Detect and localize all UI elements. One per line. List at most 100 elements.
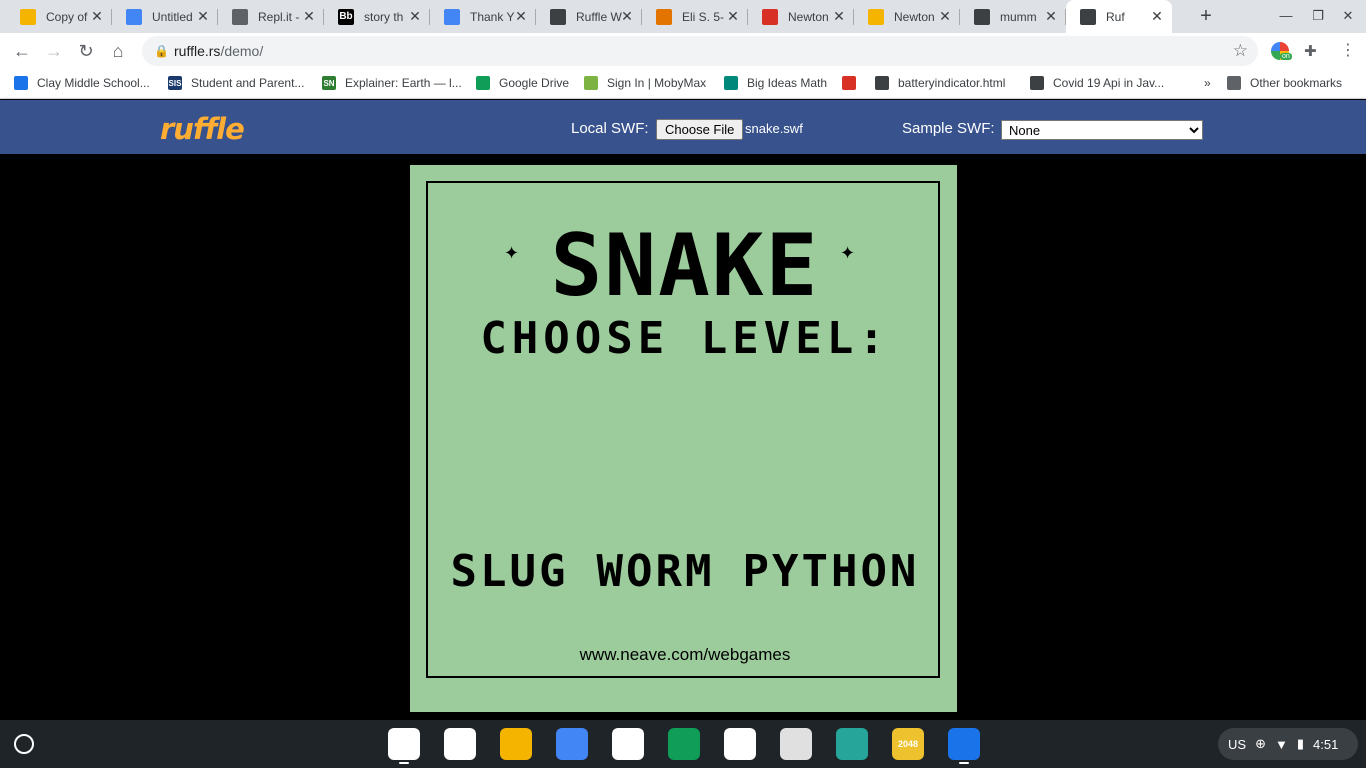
chrome-app-icon[interactable] xyxy=(388,728,420,760)
browser-tab[interactable]: Ruffle W ✕ xyxy=(536,0,642,33)
running-indicator xyxy=(399,762,409,764)
reload-icon[interactable]: ↻ xyxy=(75,40,97,62)
docs-icon xyxy=(126,8,142,25)
bookmark-label: Student and Parent... xyxy=(191,76,305,90)
puzzle-icon xyxy=(656,8,672,25)
chromeos-shelf: 2048 US ⊕ ▼ ▮ 4:51 xyxy=(0,720,1366,768)
bookmark-label: Explainer: Earth — l... xyxy=(345,76,462,90)
system-tray[interactable]: US ⊕ ▼ ▮ 4:51 xyxy=(1218,728,1358,760)
mobymax-icon xyxy=(584,76,598,90)
tab-close-icon[interactable]: ✕ xyxy=(938,9,952,23)
newton-icon xyxy=(842,76,856,90)
browser-tab[interactable]: Newton ✕ xyxy=(854,0,960,33)
tab-close-icon[interactable]: ✕ xyxy=(726,9,740,23)
locale-indicator: US xyxy=(1228,736,1247,752)
notes-app-icon[interactable] xyxy=(780,728,812,760)
tab-close-icon[interactable]: ✕ xyxy=(302,9,316,23)
bookmark-item[interactable]: Covid 19 Api in Jav... xyxy=(1030,76,1164,90)
clipboard-app-icon[interactable] xyxy=(836,728,868,760)
back-icon[interactable]: ← xyxy=(11,40,33,62)
home-icon[interactable]: ⌂ xyxy=(107,40,129,62)
tab-title: Thank Y xyxy=(470,9,515,24)
browser-tab[interactable]: Untitled ✕ xyxy=(112,0,218,33)
game-credit-link[interactable]: www.neave.com/webgames xyxy=(428,645,942,665)
flash-game-canvas[interactable]: ✦ SNAKE ✦ CHOOSE LEVEL: SLUG WORM PYTHON… xyxy=(410,165,957,712)
wikipedia-app-icon[interactable] xyxy=(724,728,756,760)
drive-app-icon[interactable] xyxy=(444,728,476,760)
bookmark-item[interactable]: Big Ideas Math xyxy=(724,76,827,90)
bookmark-label: Google Drive xyxy=(499,76,570,90)
browser-tab[interactable]: mumm ✕ xyxy=(960,0,1066,33)
browser-tab[interactable]: Thank Y ✕ xyxy=(430,0,536,33)
bigideas-icon xyxy=(724,76,738,90)
choose-file-button[interactable]: Choose File xyxy=(656,119,744,140)
files-app-icon[interactable] xyxy=(948,728,980,760)
level-slug-button[interactable]: SLUG xyxy=(451,546,569,597)
browser-tab[interactable]: Bb story th ✕ xyxy=(324,0,430,33)
docs-app-icon[interactable] xyxy=(556,728,588,760)
bookmark-label: Big Ideas Math xyxy=(747,76,828,90)
extensions-puzzle-icon[interactable]: ✚ xyxy=(1304,42,1317,60)
sample-swf-select[interactable]: None xyxy=(1001,120,1203,140)
forward-icon[interactable]: → xyxy=(43,40,65,62)
clock: 4:51 xyxy=(1313,736,1339,752)
ruffle-logo[interactable]: ruffle xyxy=(160,112,245,146)
add-circle-icon: ⊕ xyxy=(1255,736,1266,751)
launcher-icon[interactable] xyxy=(14,734,34,754)
menu-kebab-icon[interactable]: ⋮ xyxy=(1340,40,1356,60)
ruffle-header: ruffle Local SWF: Choose File snake.swf … xyxy=(0,100,1366,154)
browser-tab[interactable]: Newton ✕ xyxy=(748,0,854,33)
level-options: SLUG WORM PYTHON xyxy=(428,546,942,597)
sync-on-badge: on xyxy=(1280,53,1292,60)
tab-title: Ruffle W xyxy=(576,9,622,24)
bookmark-star-icon[interactable]: ☆ xyxy=(1233,41,1248,61)
browser-tab[interactable]: Repl.it - ✕ xyxy=(218,0,324,33)
tab-title: Ruf xyxy=(1106,9,1125,24)
sheets-app-icon[interactable] xyxy=(668,728,700,760)
bookmark-item[interactable]: batteryindicator.html xyxy=(875,76,1005,90)
tab-close-icon[interactable]: ✕ xyxy=(832,9,846,23)
minimize-icon[interactable]: — xyxy=(1278,8,1294,24)
bookmark-item[interactable] xyxy=(842,76,865,90)
local-swf-label: Local SWF: xyxy=(571,120,649,137)
tab-strip: Copy of ✕ Untitled ✕ Repl.it - ✕ Bb story th ✕ Th… xyxy=(0,0,1366,33)
slides-icon xyxy=(20,8,36,25)
sparkle-right-icon: ✦ xyxy=(840,243,856,263)
game-title: SNAKE xyxy=(550,216,820,316)
bookmark-item[interactable]: Clay Middle School... xyxy=(14,76,150,90)
tab-close-icon[interactable]: ✕ xyxy=(514,9,528,23)
tab-title: mumm xyxy=(1000,9,1037,24)
browser-tab[interactable]: Copy of ✕ xyxy=(6,0,112,33)
level-python-button[interactable]: PYTHON xyxy=(742,546,919,597)
bookmarks-bar: Clay Middle School... SIS Student and Pare… xyxy=(0,69,1366,99)
bookmark-item[interactable]: Sign In | MobyMax xyxy=(584,76,706,90)
level-worm-button[interactable]: WORM xyxy=(597,546,715,597)
bookmarks-overflow-icon[interactable]: » xyxy=(1204,76,1211,90)
address-bar[interactable]: 🔒 ruffle.rs/demo/ ☆ xyxy=(142,36,1258,66)
other-bookmarks-label: Other bookmarks xyxy=(1250,76,1343,90)
browser-tab[interactable]: Eli S. 5- ✕ xyxy=(642,0,748,33)
tab-close-icon[interactable]: ✕ xyxy=(408,9,422,23)
bookmark-item[interactable]: SIS Student and Parent... xyxy=(168,76,304,90)
tab-close-icon[interactable]: ✕ xyxy=(90,9,104,23)
globe-icon xyxy=(1030,76,1044,90)
tab-close-icon[interactable]: ✕ xyxy=(1150,9,1164,23)
tab-close-icon[interactable]: ✕ xyxy=(620,9,634,23)
new-tab-button[interactable]: + xyxy=(1196,6,1216,26)
docs-icon xyxy=(444,8,460,25)
sn-icon: SN xyxy=(322,76,336,90)
browser-tab[interactable]: Ruf ✕ xyxy=(1066,0,1172,33)
slides-app-icon[interactable] xyxy=(500,728,532,760)
tab-close-icon[interactable]: ✕ xyxy=(1044,9,1058,23)
2048-app-icon[interactable]: 2048 xyxy=(892,728,924,760)
close-window-icon[interactable]: ✕ xyxy=(1340,8,1356,24)
tab-close-icon[interactable]: ✕ xyxy=(196,9,210,23)
bookmark-item[interactable]: Google Drive xyxy=(476,76,569,90)
restore-icon[interactable]: ❐ xyxy=(1310,8,1326,24)
bookmark-item[interactable]: SN Explainer: Earth — l... xyxy=(322,76,462,90)
clay-icon xyxy=(14,76,28,90)
photos-app-icon[interactable] xyxy=(612,728,644,760)
bookmark-label: Clay Middle School... xyxy=(37,76,150,90)
choose-level-heading: CHOOSE LEVEL: xyxy=(480,313,890,364)
other-bookmarks-folder[interactable]: Other bookmarks xyxy=(1227,76,1342,90)
